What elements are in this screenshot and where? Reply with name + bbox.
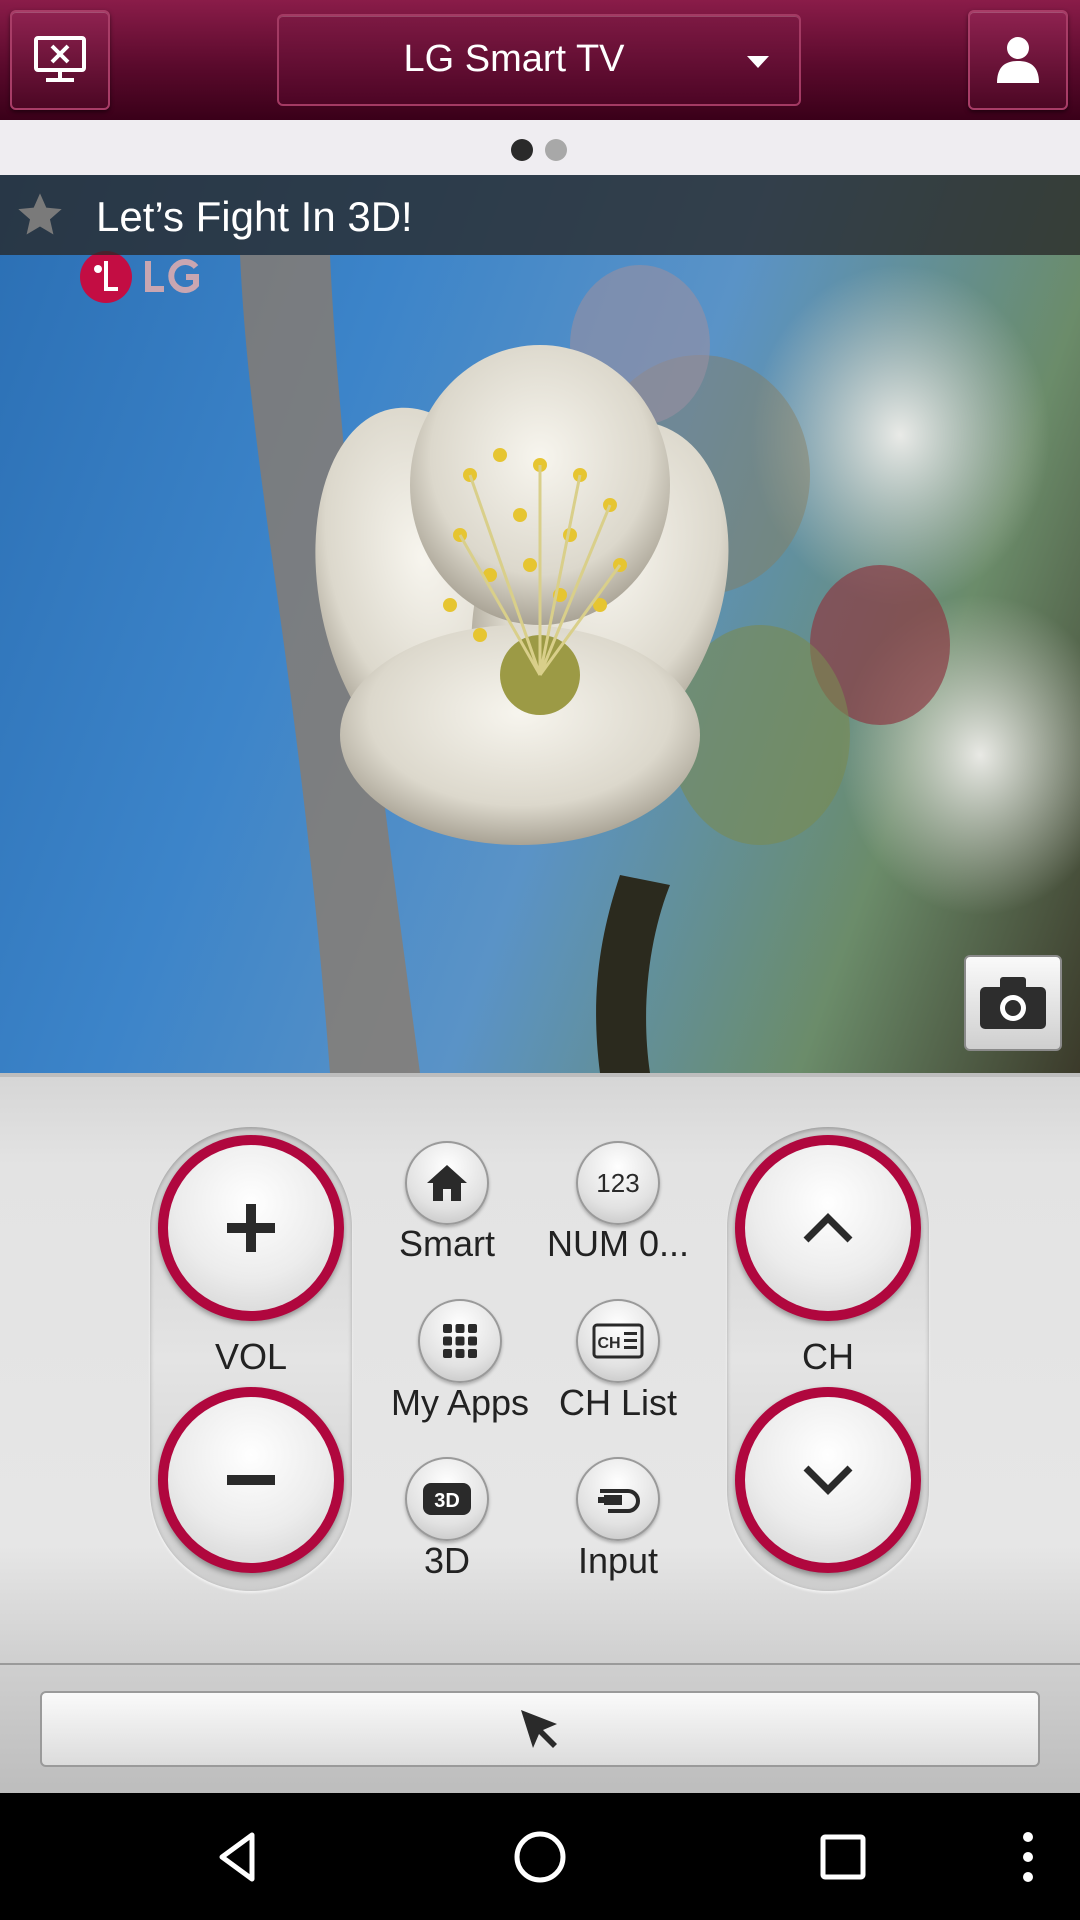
- volume-rocker: VOL: [150, 1127, 352, 1591]
- chevron-down-icon: [803, 1465, 853, 1495]
- media-title-bar: Let’s Fight In 3D!: [0, 175, 1080, 255]
- back-icon: [219, 1832, 255, 1882]
- top-bar: LG Smart TV: [0, 0, 1080, 120]
- more-vertical-icon: [1023, 1832, 1033, 1882]
- pointer-bar: [0, 1663, 1080, 1795]
- smart-label: Smart: [398, 1223, 495, 1264]
- magic-pointer-button[interactable]: [40, 1691, 1040, 1767]
- input-source-button[interactable]: [576, 1457, 660, 1541]
- dropdown-caret-icon: [747, 56, 769, 68]
- screenshot-button[interactable]: [964, 955, 1062, 1051]
- tv-disconnect-icon: [34, 36, 86, 82]
- home-button[interactable]: [510, 1827, 570, 1887]
- 3d-label: 3D: [423, 1540, 471, 1581]
- num-123-icon: 123: [596, 1168, 639, 1198]
- user-profile-button[interactable]: [968, 10, 1068, 110]
- svg-text:CH: CH: [597, 1335, 620, 1352]
- user-profile-icon: [997, 37, 1039, 83]
- chevron-up-icon: [803, 1213, 853, 1243]
- channel-list-label: CH List: [558, 1382, 678, 1423]
- svg-text:3D: 3D: [434, 1490, 460, 1512]
- plus-icon: [227, 1204, 275, 1252]
- system-navigation-bar: [0, 1793, 1080, 1920]
- channel-label: CH: [802, 1336, 854, 1377]
- channel-down-button[interactable]: [735, 1387, 921, 1573]
- home-circle-icon: [514, 1831, 566, 1883]
- camera-icon: [980, 977, 1046, 1029]
- tv-preview[interactable]: Let’s Fight In 3D!: [0, 175, 1080, 1073]
- overflow-menu-button[interactable]: [998, 1827, 1058, 1887]
- 3d-icon: 3D: [423, 1483, 471, 1515]
- my-apps-button[interactable]: [418, 1299, 502, 1383]
- channel-list-button[interactable]: CH: [576, 1299, 660, 1383]
- device-selector-label: LG Smart TV: [403, 38, 625, 80]
- media-title: Let’s Fight In 3D!: [96, 193, 413, 240]
- channel-rocker: CH: [727, 1127, 929, 1591]
- volume-label: VOL: [214, 1336, 288, 1377]
- num-label: NUM 0...: [546, 1223, 689, 1264]
- page-indicator: [0, 120, 1080, 177]
- page-dot-active[interactable]: [511, 139, 533, 161]
- channel-up-button[interactable]: [735, 1135, 921, 1321]
- star-icon[interactable]: [14, 189, 66, 241]
- device-selector-dropdown[interactable]: LG Smart TV: [277, 14, 801, 106]
- input-label: Input: [577, 1540, 659, 1581]
- back-button[interactable]: [208, 1827, 268, 1887]
- grid-icon: [443, 1324, 477, 1358]
- recents-icon: [820, 1834, 866, 1880]
- num-keypad-button[interactable]: 123: [576, 1141, 660, 1225]
- minus-icon: [227, 1475, 275, 1485]
- recents-button[interactable]: [813, 1827, 873, 1887]
- volume-down-button[interactable]: [158, 1387, 344, 1573]
- smart-home-button[interactable]: [405, 1141, 489, 1225]
- volume-up-button[interactable]: [158, 1135, 344, 1321]
- disconnect-tv-button[interactable]: [10, 10, 110, 110]
- my-apps-label: My Apps: [390, 1382, 530, 1423]
- home-icon: [427, 1165, 467, 1201]
- channel-list-icon: CH: [592, 1323, 644, 1359]
- cursor-icon: [521, 1710, 557, 1748]
- input-icon: [598, 1489, 640, 1513]
- remote-control-panel: VOL CH Smart 123 NUM 0... My Apps CH CH …: [0, 1073, 1080, 1663]
- svg-text:123: 123: [596, 1168, 639, 1198]
- page-dot[interactable]: [545, 139, 567, 161]
- 3d-button[interactable]: 3D: [405, 1457, 489, 1541]
